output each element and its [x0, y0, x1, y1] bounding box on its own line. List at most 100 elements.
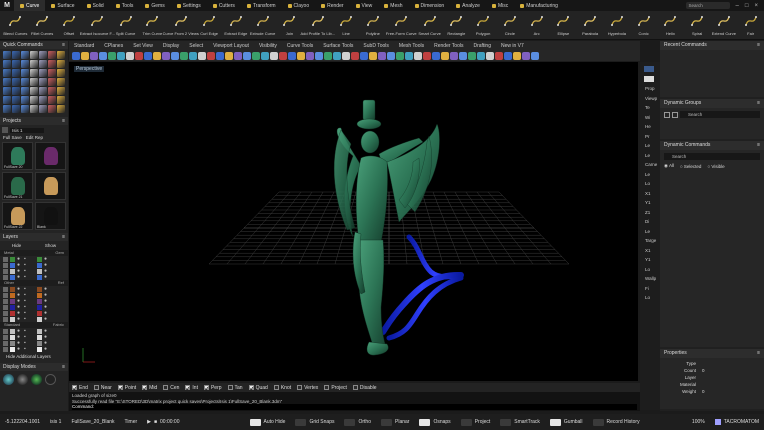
viewport-tab-drafting[interactable]: Drafting: [468, 43, 496, 49]
quick-command-icon[interactable]: [39, 96, 47, 104]
viewport-tool-icon[interactable]: [396, 51, 404, 60]
quick-command-icon[interactable]: [21, 105, 29, 113]
panel-icon[interactable]: [644, 66, 654, 72]
quick-command-icon[interactable]: [12, 60, 20, 68]
toggle-switch-icon[interactable]: [344, 418, 356, 426]
ribbon-button-offset[interactable]: Offset: [56, 11, 83, 40]
status-toggle-project[interactable]: Project: [456, 418, 496, 426]
ribbon-button-conic[interactable]: Conic: [630, 11, 657, 40]
ribbon-button-rectangle[interactable]: Rectangle: [443, 11, 470, 40]
quick-command-icon[interactable]: [12, 96, 20, 104]
osnap-project[interactable]: Project: [324, 385, 347, 391]
lock-icon[interactable]: ▪: [24, 346, 29, 352]
quick-command-icon[interactable]: [12, 69, 20, 77]
viewport-tab-visibility[interactable]: Visibility: [254, 43, 282, 49]
layer-color-swatch[interactable]: [10, 334, 15, 340]
layer-toggle-icon[interactable]: [3, 316, 8, 322]
viewport-label[interactable]: Perspective: [74, 66, 105, 72]
viewport-tool-icon[interactable]: [189, 51, 197, 60]
layer-color-swatch[interactable]: [37, 256, 42, 262]
quick-command-icon[interactable]: [48, 87, 56, 95]
ribbon-button-split-curve[interactable]: Split Curve: [112, 11, 139, 40]
search-input[interactable]: Search: [685, 2, 730, 9]
viewport-tool-icon[interactable]: [414, 51, 422, 60]
quick-command-icon[interactable]: [57, 96, 65, 104]
viewport-tool-icon[interactable]: [351, 51, 359, 60]
checkbox-icon[interactable]: [273, 385, 279, 390]
group-list-icon[interactable]: [672, 111, 678, 118]
ribbon-button-spiral[interactable]: Spiral: [684, 11, 711, 40]
eye-icon[interactable]: ●: [44, 316, 49, 322]
viewport-tab-select[interactable]: Select: [184, 43, 208, 49]
layer-color-swatch[interactable]: [37, 340, 42, 346]
layer-toggle-icon[interactable]: [3, 340, 8, 346]
layer-color-swatch[interactable]: [37, 292, 42, 298]
status-toggle-record-history[interactable]: Record History: [588, 418, 645, 426]
quick-command-icon[interactable]: [48, 105, 56, 113]
viewport-tab-new-in-v7[interactable]: New in V7: [496, 43, 529, 49]
tab-dimension[interactable]: Dimension: [409, 0, 451, 11]
current-layer[interactable]: isis 1: [45, 419, 66, 425]
eye-icon[interactable]: ●: [44, 274, 49, 280]
viewport-tool-icon[interactable]: [81, 51, 89, 60]
viewport-tab-viewport-layout[interactable]: Viewport Layout: [208, 43, 254, 49]
viewport-tool-icon[interactable]: [144, 51, 152, 60]
viewport-tool-icon[interactable]: [252, 51, 260, 60]
show-button[interactable]: Show: [45, 243, 56, 248]
viewport-icon[interactable]: [644, 76, 654, 82]
layer-color-swatch[interactable]: [37, 346, 42, 352]
quick-command-icon[interactable]: [21, 96, 29, 104]
layer-color-swatch[interactable]: [37, 286, 42, 292]
tab-tools[interactable]: Tools: [110, 0, 140, 11]
viewport-tool-icon[interactable]: [477, 51, 485, 60]
display-mode-wire-icon[interactable]: [17, 374, 28, 385]
layer-toggle-icon[interactable]: [3, 268, 8, 274]
ribbon-button-helix[interactable]: Helix: [657, 11, 684, 40]
layer-color-swatch[interactable]: [10, 310, 15, 316]
project-thumbnail[interactable]: FullSave 21: [2, 172, 33, 200]
layer-toggle-icon[interactable]: [3, 328, 8, 334]
quick-command-icon[interactable]: [48, 78, 56, 86]
quick-command-icon[interactable]: [48, 69, 56, 77]
layer-color-swatch[interactable]: [37, 268, 42, 274]
toggle-switch-icon[interactable]: [419, 418, 431, 426]
toggle-switch-icon[interactable]: [249, 418, 261, 426]
command-prompt[interactable]: Command:: [72, 404, 637, 410]
quick-command-icon[interactable]: [12, 105, 20, 113]
display-mode-render-icon[interactable]: [31, 374, 42, 385]
viewport-tool-icon[interactable]: [261, 51, 269, 60]
osnap-vertex[interactable]: Vertex: [297, 385, 318, 391]
layer-color-swatch[interactable]: [37, 310, 42, 316]
quick-command-icon[interactable]: [3, 60, 11, 68]
viewport-tool-icon[interactable]: [387, 51, 395, 60]
quick-command-icon[interactable]: [3, 51, 11, 59]
lock-icon[interactable]: ▪: [24, 274, 29, 280]
layer-toggle-icon[interactable]: [3, 304, 8, 310]
viewport-tool-icon[interactable]: [378, 51, 386, 60]
quick-command-icon[interactable]: [39, 60, 47, 68]
ribbon-button-hyperbola[interactable]: Hyperbola: [604, 11, 631, 40]
tab-view[interactable]: View: [350, 0, 379, 11]
project-thumbnail[interactable]: [35, 172, 66, 200]
quick-command-icon[interactable]: [39, 69, 47, 77]
viewport-tool-icon[interactable]: [135, 51, 143, 60]
checkbox-icon[interactable]: [324, 385, 330, 390]
quick-command-icon[interactable]: [3, 87, 11, 95]
viewport-tool-icon[interactable]: [153, 51, 161, 60]
status-toggle-smarttrack[interactable]: SmartTrack: [495, 418, 545, 426]
status-toggle-planar[interactable]: Planar: [376, 418, 414, 426]
tab-gems[interactable]: Gems: [139, 0, 170, 11]
quick-command-icon[interactable]: [57, 87, 65, 95]
quick-command-icon[interactable]: [30, 87, 38, 95]
edit-rep-button[interactable]: Edit Rep: [26, 135, 43, 140]
layer-toggle-icon[interactable]: [3, 310, 8, 316]
status-toggle-grid-snaps[interactable]: Grid Snaps: [290, 418, 339, 426]
viewport-tool-icon[interactable]: [243, 51, 251, 60]
viewport-tab-display[interactable]: Display: [158, 43, 184, 49]
layer-color-swatch[interactable]: [37, 328, 42, 334]
filter-selected-radio[interactable]: ○ Selected: [680, 164, 701, 169]
layer-color-swatch[interactable]: [37, 316, 42, 322]
viewport-tool-icon[interactable]: [279, 51, 287, 60]
project-thumbnail[interactable]: Blank: [35, 202, 66, 230]
quick-command-icon[interactable]: [3, 69, 11, 77]
